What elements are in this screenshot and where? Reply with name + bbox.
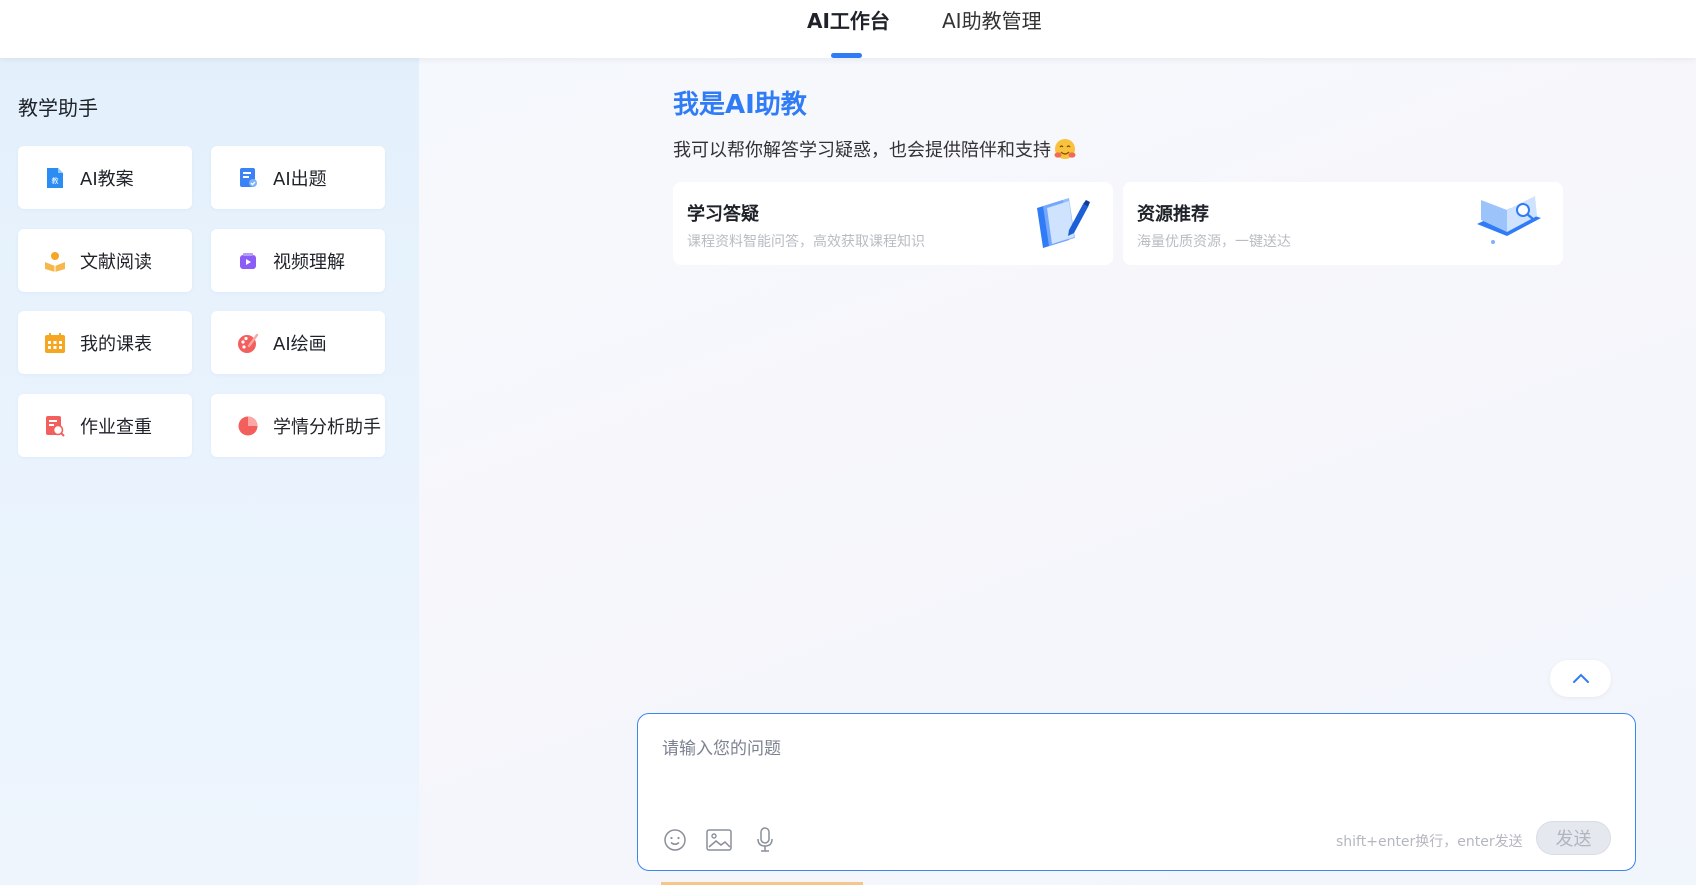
tool-label: 我的课表 [80, 333, 152, 355]
emoji-icon[interactable] [662, 827, 688, 853]
feature-title: 学习答疑 [687, 204, 759, 225]
tool-label: 学情分析助手 [273, 416, 381, 438]
feature-description: 海量优质资源，一键送达 [1137, 234, 1291, 250]
tool-video-understanding[interactable]: 视频理解 [211, 229, 385, 292]
notebook-pen-icon [1023, 194, 1095, 254]
tool-ai-painting[interactable]: AI绘画 [211, 311, 385, 374]
document-icon: 教 [44, 167, 66, 189]
microphone-icon[interactable] [752, 827, 778, 853]
tab-ai-assistant-management[interactable]: AI助教管理 [942, 8, 1042, 42]
page-subtitle: 我可以帮你解答学习疑惑，也会提供陪伴和支持 [673, 136, 1077, 162]
question-input[interactable] [662, 734, 1602, 794]
image-icon[interactable] [706, 827, 732, 853]
chevron-up-icon [1572, 669, 1590, 688]
calendar-icon [44, 332, 66, 354]
tool-my-schedule[interactable]: 我的课表 [18, 311, 192, 374]
scroll-up-button[interactable] [1550, 660, 1611, 697]
tool-label: AI出题 [273, 168, 327, 190]
tool-label: 文献阅读 [80, 251, 152, 273]
reader-icon [44, 250, 66, 272]
video-icon [237, 250, 259, 272]
active-tab-indicator [831, 53, 862, 58]
top-nav: AI工作台 AI助教管理 [0, 0, 1696, 58]
tab-ai-workbench[interactable]: AI工作台 [807, 8, 890, 42]
tool-literature-reading[interactable]: 文献阅读 [18, 229, 192, 292]
feature-card-resource-recommend[interactable]: 资源推荐 海量优质资源，一键送达 [1123, 182, 1563, 265]
palette-icon [237, 332, 259, 354]
chat-composer: shift+enter换行，enter发送 发送 [637, 713, 1636, 871]
feature-description: 课程资料智能问答，高效获取课程知识 [687, 234, 925, 250]
send-button[interactable]: 发送 [1536, 821, 1611, 855]
feature-title: 资源推荐 [1137, 204, 1209, 225]
sidebar-title: 教学助手 [18, 96, 98, 120]
page-title: 我是AI助教 [673, 90, 807, 120]
sidebar: 教学助手 教 AI教案 AI出题 文献阅读 视频理解 我的课表 AI绘画 作业查… [0, 58, 419, 885]
tool-homework-check[interactable]: 作业查重 [18, 394, 192, 457]
tool-ai-question[interactable]: AI出题 [211, 146, 385, 209]
question-paper-icon [237, 167, 259, 189]
input-hint: shift+enter换行，enter发送 [1336, 834, 1523, 850]
tool-label: 作业查重 [80, 416, 152, 438]
check-document-icon [44, 415, 66, 437]
svg-text:教: 教 [52, 176, 59, 185]
tool-learning-analysis[interactable]: 学情分析助手 [211, 394, 385, 457]
tool-label: AI绘画 [273, 333, 327, 355]
tool-label: 视频理解 [273, 251, 345, 273]
open-book-icon [1473, 194, 1545, 254]
tool-ai-lesson-plan[interactable]: 教 AI教案 [18, 146, 192, 209]
page-subtitle-text: 我可以帮你解答学习疑惑，也会提供陪伴和支持 [673, 140, 1051, 161]
tool-label: AI教案 [80, 168, 134, 190]
hug-emoji-icon [1053, 137, 1077, 161]
feature-card-study-qa[interactable]: 学习答疑 课程资料智能问答，高效获取课程知识 [673, 182, 1113, 265]
pie-chart-icon [237, 415, 259, 437]
